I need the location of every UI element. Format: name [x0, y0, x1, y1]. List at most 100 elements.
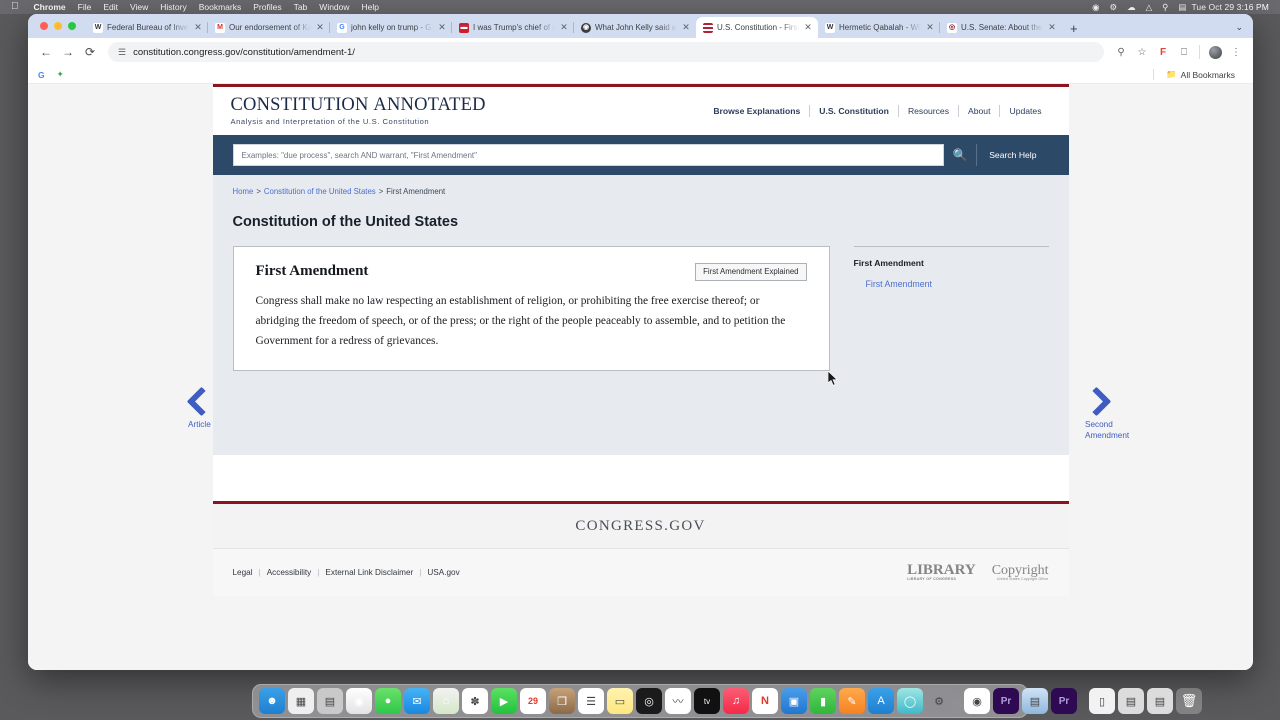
gear-icon[interactable]: ⚙	[1105, 2, 1123, 13]
apple-icon[interactable]: 	[11, 2, 19, 12]
dock-item-calculator[interactable]: ▤	[317, 688, 343, 714]
close-tab-icon[interactable]: ✕	[315, 22, 325, 33]
menu-item-history[interactable]: History	[154, 2, 192, 12]
footer-link-accessibility[interactable]: Accessibility	[267, 568, 312, 577]
search-submit-button[interactable]: 🔍	[944, 144, 977, 166]
dock-item-downloads-stack[interactable]: ▤	[1118, 688, 1144, 714]
footer-link-external-link-disclaimer[interactable]: External Link Disclaimer	[325, 568, 413, 577]
menu-bar-clock[interactable]: Tue Oct 29 3:16 PM	[1191, 2, 1274, 12]
bookmark-photos-icon[interactable]: ✦	[57, 69, 64, 80]
address-bar[interactable]: ☰ constitution.congress.gov/constitution…	[108, 42, 1104, 62]
nav-us-constitution[interactable]: U.S. Constitution	[810, 106, 898, 116]
close-tab-icon[interactable]: ✕	[1047, 22, 1057, 33]
record-icon[interactable]: ◉	[1087, 2, 1104, 13]
next-page-link[interactable]: Second Amendment	[1085, 386, 1155, 441]
library-of-congress-logo[interactable]: LIBRARY LIBRARY OF CONGRESS	[907, 563, 976, 582]
dock-item-trash[interactable]: 🗑	[1176, 688, 1202, 714]
sidebar-link-first-amendment[interactable]: First Amendment	[854, 279, 1049, 289]
browser-tab-1[interactable]: W Federal Bureau of Investigati ✕	[86, 17, 208, 38]
tune-icon[interactable]: ☰	[118, 47, 126, 58]
dock-item-music[interactable]: ♫	[723, 688, 749, 714]
close-window-button[interactable]	[40, 22, 48, 30]
menu-item-file[interactable]: File	[72, 2, 98, 12]
menu-item-window[interactable]: Window	[313, 2, 355, 12]
star-icon[interactable]: ☆	[1133, 43, 1151, 61]
forward-button[interactable]: →	[58, 42, 78, 62]
wifi-icon[interactable]: △	[1141, 2, 1158, 13]
all-bookmarks-button[interactable]: 📁 All Bookmarks	[1166, 69, 1243, 80]
menu-item-view[interactable]: View	[124, 2, 154, 12]
extension-f-icon[interactable]: F	[1154, 43, 1172, 61]
browser-tab-4[interactable]: ▬ I was Trump's chief of staff ✕	[451, 17, 574, 38]
dock-item-contacts[interactable]: ❒	[549, 688, 575, 714]
dock-item-screenshots-folder[interactable]: ▤	[1147, 688, 1173, 714]
breadcrumb-constitution[interactable]: Constitution of the United States	[264, 187, 376, 196]
close-tab-icon[interactable]: ✕	[803, 22, 813, 33]
dock-item-apple-tv[interactable]: tv	[694, 688, 720, 714]
cleanshot-icon[interactable]: ☁	[1122, 2, 1141, 13]
menu-item-edit[interactable]: Edit	[97, 2, 124, 12]
dock-item-safari[interactable]: ◉	[346, 688, 372, 714]
browser-tab-6-active[interactable]: U.S. Constitution - First Ame ✕	[696, 17, 818, 38]
browser-tab-8[interactable]: ◎ U.S. Senate: About the Sena ✕	[939, 17, 1062, 38]
dock-item-calendar[interactable]: 29	[520, 688, 546, 714]
dock-item-quicktime[interactable]: ◎	[636, 688, 662, 714]
search-input[interactable]: Examples: "due process", search AND warr…	[232, 144, 945, 166]
footer-brand[interactable]: CONGRESS.GOV	[575, 518, 705, 535]
dock-item-app-store[interactable]: A	[868, 688, 894, 714]
dock-item-chrome[interactable]: ◉	[964, 688, 990, 714]
dock-item-maps[interactable]: ⌂	[433, 688, 459, 714]
close-tab-icon[interactable]: ✕	[559, 22, 569, 33]
maximize-window-button[interactable]	[68, 22, 76, 30]
dock-item-reminders[interactable]: ☰	[578, 688, 604, 714]
close-tab-icon[interactable]: ✕	[193, 22, 203, 33]
footer-link-legal[interactable]: Legal	[233, 568, 253, 577]
zoom-icon[interactable]: ⚲	[1112, 43, 1130, 61]
dock-item-mail[interactable]: ✉	[404, 688, 430, 714]
close-tab-icon[interactable]: ✕	[437, 22, 447, 33]
dock-item-numbers[interactable]: ▮	[810, 688, 836, 714]
dock-item-settings[interactable]: ⚙	[926, 688, 952, 714]
amendment-explained-button[interactable]: First Amendment Explained	[695, 263, 807, 281]
nav-browse-explanations[interactable]: Browse Explanations	[704, 106, 809, 116]
dock-item-launchpad[interactable]: ▦	[288, 688, 314, 714]
dock-item-news[interactable]: N	[752, 688, 778, 714]
nav-about[interactable]: About	[959, 106, 999, 116]
menu-item-chrome[interactable]: Chrome	[28, 2, 72, 12]
dock-item-messages[interactable]: ●	[375, 688, 401, 714]
search-icon[interactable]: ⚲	[1157, 2, 1173, 13]
nav-updates[interactable]: Updates	[1000, 106, 1050, 116]
close-tab-icon[interactable]: ✕	[681, 22, 691, 33]
dock-item-premiere-pro[interactable]: Pr	[993, 688, 1019, 714]
browser-tab-5[interactable]: ◉ What John Kelly said about T ✕	[573, 17, 696, 38]
dock-item-photos[interactable]: ✽	[462, 688, 488, 714]
chrome-menu-button[interactable]: ⋮	[1227, 43, 1245, 61]
copyright-office-logo[interactable]: Copyright United States Copyright Office	[992, 564, 1049, 581]
dock-item-keynote[interactable]: ▣	[781, 688, 807, 714]
menu-item-bookmarks[interactable]: Bookmarks	[193, 2, 248, 12]
dock-item-freeform[interactable]: 〰	[665, 688, 691, 714]
control-center-icon[interactable]: ▤	[1173, 2, 1191, 13]
clipboard-icon[interactable]: ⎕	[1175, 43, 1193, 61]
close-tab-icon[interactable]: ✕	[925, 22, 935, 33]
dock-item-finder[interactable]: ☻	[259, 688, 285, 714]
menu-item-profiles[interactable]: Profiles	[247, 2, 287, 12]
dock-item-pages[interactable]: ✎	[839, 688, 865, 714]
minimize-window-button[interactable]	[54, 22, 62, 30]
menu-item-help[interactable]: Help	[356, 2, 385, 12]
browser-tab-2[interactable]: M Our endorsement of Kamala ✕	[207, 17, 330, 38]
bookmark-google-icon[interactable]: G	[38, 70, 45, 80]
breadcrumb-home[interactable]: Home	[233, 187, 254, 196]
dock-item-preview[interactable]: ▤	[1022, 688, 1048, 714]
site-brand[interactable]: CONSTITUTION ANNOTATED Analysis and Inte…	[231, 96, 486, 127]
browser-tab-3[interactable]: G john kelly on trump - Google ✕	[329, 17, 452, 38]
avatar[interactable]	[1206, 43, 1224, 61]
dock-item-notes[interactable]: ▭	[607, 688, 633, 714]
dock-item-facetime[interactable]: ▶	[491, 688, 517, 714]
reload-button[interactable]: ⟳	[80, 42, 100, 62]
back-button[interactable]: ←	[36, 42, 56, 62]
search-help-link[interactable]: Search Help	[976, 144, 1048, 166]
dock-item-document[interactable]: ▯	[1089, 688, 1115, 714]
tab-search-icon[interactable]: ⌄	[1235, 22, 1253, 38]
menu-item-tab[interactable]: Tab	[288, 2, 314, 12]
